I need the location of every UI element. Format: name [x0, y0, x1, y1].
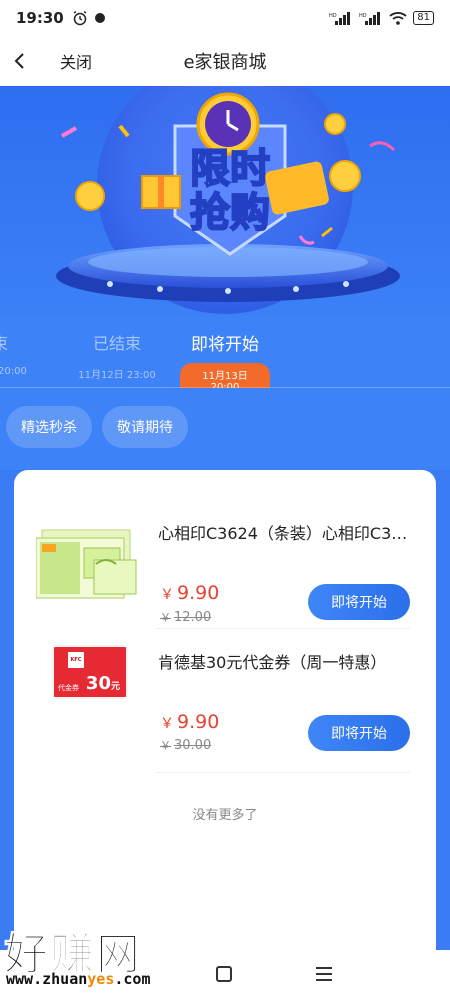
back-button[interactable]	[2, 36, 38, 86]
close-button[interactable]: 关闭	[60, 49, 92, 73]
hero-banner: 限时 抢购	[0, 86, 450, 316]
chip-coming-soon[interactable]: 敬请期待	[102, 406, 188, 448]
banner-text-line1: 限时	[190, 146, 270, 192]
filter-chips: 精选秒杀 敬请期待	[0, 388, 450, 470]
signal-hd-icon: HD	[329, 12, 351, 25]
product-item[interactable]: 心相印C3624（条装）心相印C3624（条装） ￥9.90 ￥12.00 即将…	[14, 486, 436, 628]
original-price-value: 30.00	[174, 738, 212, 753]
alarm-icon	[73, 10, 87, 26]
currency-symbol: ￥	[160, 739, 171, 752]
watermark-url: www.zhuanyes.com	[6, 970, 151, 988]
tab-label: 即将开始	[191, 335, 259, 355]
currency-symbol: ￥	[160, 611, 171, 624]
tab-time: 11月12日 23:00	[78, 370, 156, 381]
product-name: 肯德基30元代金券（周一特惠）	[158, 653, 387, 672]
currency-symbol: ￥	[160, 587, 174, 603]
original-price: ￥ 12.00	[160, 609, 211, 625]
product-price: ￥ 9.90	[160, 711, 219, 733]
chip-featured-flash-sale[interactable]: 精选秒杀	[6, 406, 92, 448]
home-square-icon[interactable]	[216, 966, 232, 982]
original-price: ￥ 30.00	[160, 737, 211, 753]
chevron-left-icon	[14, 53, 24, 69]
tab-label: 已结束	[92, 334, 141, 353]
status-bar: 19:30 HD HD 81	[0, 0, 450, 36]
wifi-icon	[389, 12, 407, 25]
price-value: 9.90	[177, 582, 220, 604]
coming-soon-button[interactable]: 即将开始	[308, 584, 410, 620]
tab-label: 束	[0, 334, 9, 353]
flash-sale-illustration: 限时 抢购	[56, 86, 400, 314]
svg-text:HD: HD	[329, 13, 337, 19]
menu-icon[interactable]	[316, 967, 332, 985]
signal-hd-icon-2: HD	[359, 12, 381, 25]
product-price: ￥ 9.90	[160, 582, 219, 604]
status-time: 19:30	[16, 9, 64, 27]
tab-ended[interactable]: 已结束 11月12日 23:00	[62, 330, 172, 381]
voucher-label: 代金券	[58, 684, 79, 692]
currency-symbol: ￥	[160, 716, 174, 732]
battery-indicator: 81	[413, 11, 434, 25]
svg-text:HD: HD	[359, 13, 367, 19]
tissue-pack-image	[36, 529, 137, 599]
banner-text-line2: 抢购	[190, 190, 270, 236]
kfc-logo: KFC	[68, 652, 84, 668]
original-price-value: 12.00	[174, 610, 212, 625]
title-bar: 关闭 e家银商城	[0, 36, 450, 86]
product-list-card: 心相印C3624（条装）心相印C3624（条装） ￥9.90 ￥12.00 即将…	[14, 470, 436, 950]
row-divider	[156, 772, 410, 773]
time-slot-tabs: 束 20:00 已结束 11月12日 23:00 即将开始 11月13日 20:…	[0, 316, 450, 397]
tab-time: 20:00	[0, 366, 27, 377]
watermark: 好赚网 www.zhuanyes.com	[0, 918, 200, 1000]
product-name: 心相印C3624（条装）心相印C3624（条装）	[158, 524, 408, 543]
voucher-amount: 30元	[85, 673, 120, 694]
notification-dot-icon	[94, 13, 105, 23]
coming-soon-button[interactable]: 即将开始	[308, 715, 410, 751]
kfc-voucher-image: KFC 代金券 30元	[52, 645, 128, 699]
tab-ended-previous[interactable]: 束 20:00	[0, 330, 32, 377]
no-more-items-text: 没有更多了	[192, 808, 258, 823]
price-value: 9.90	[177, 711, 220, 733]
product-item[interactable]: KFC 代金券 30元 肯德基30元代金券（周一特惠） ￥ 9.90 ￥ 30.00…	[14, 629, 436, 771]
